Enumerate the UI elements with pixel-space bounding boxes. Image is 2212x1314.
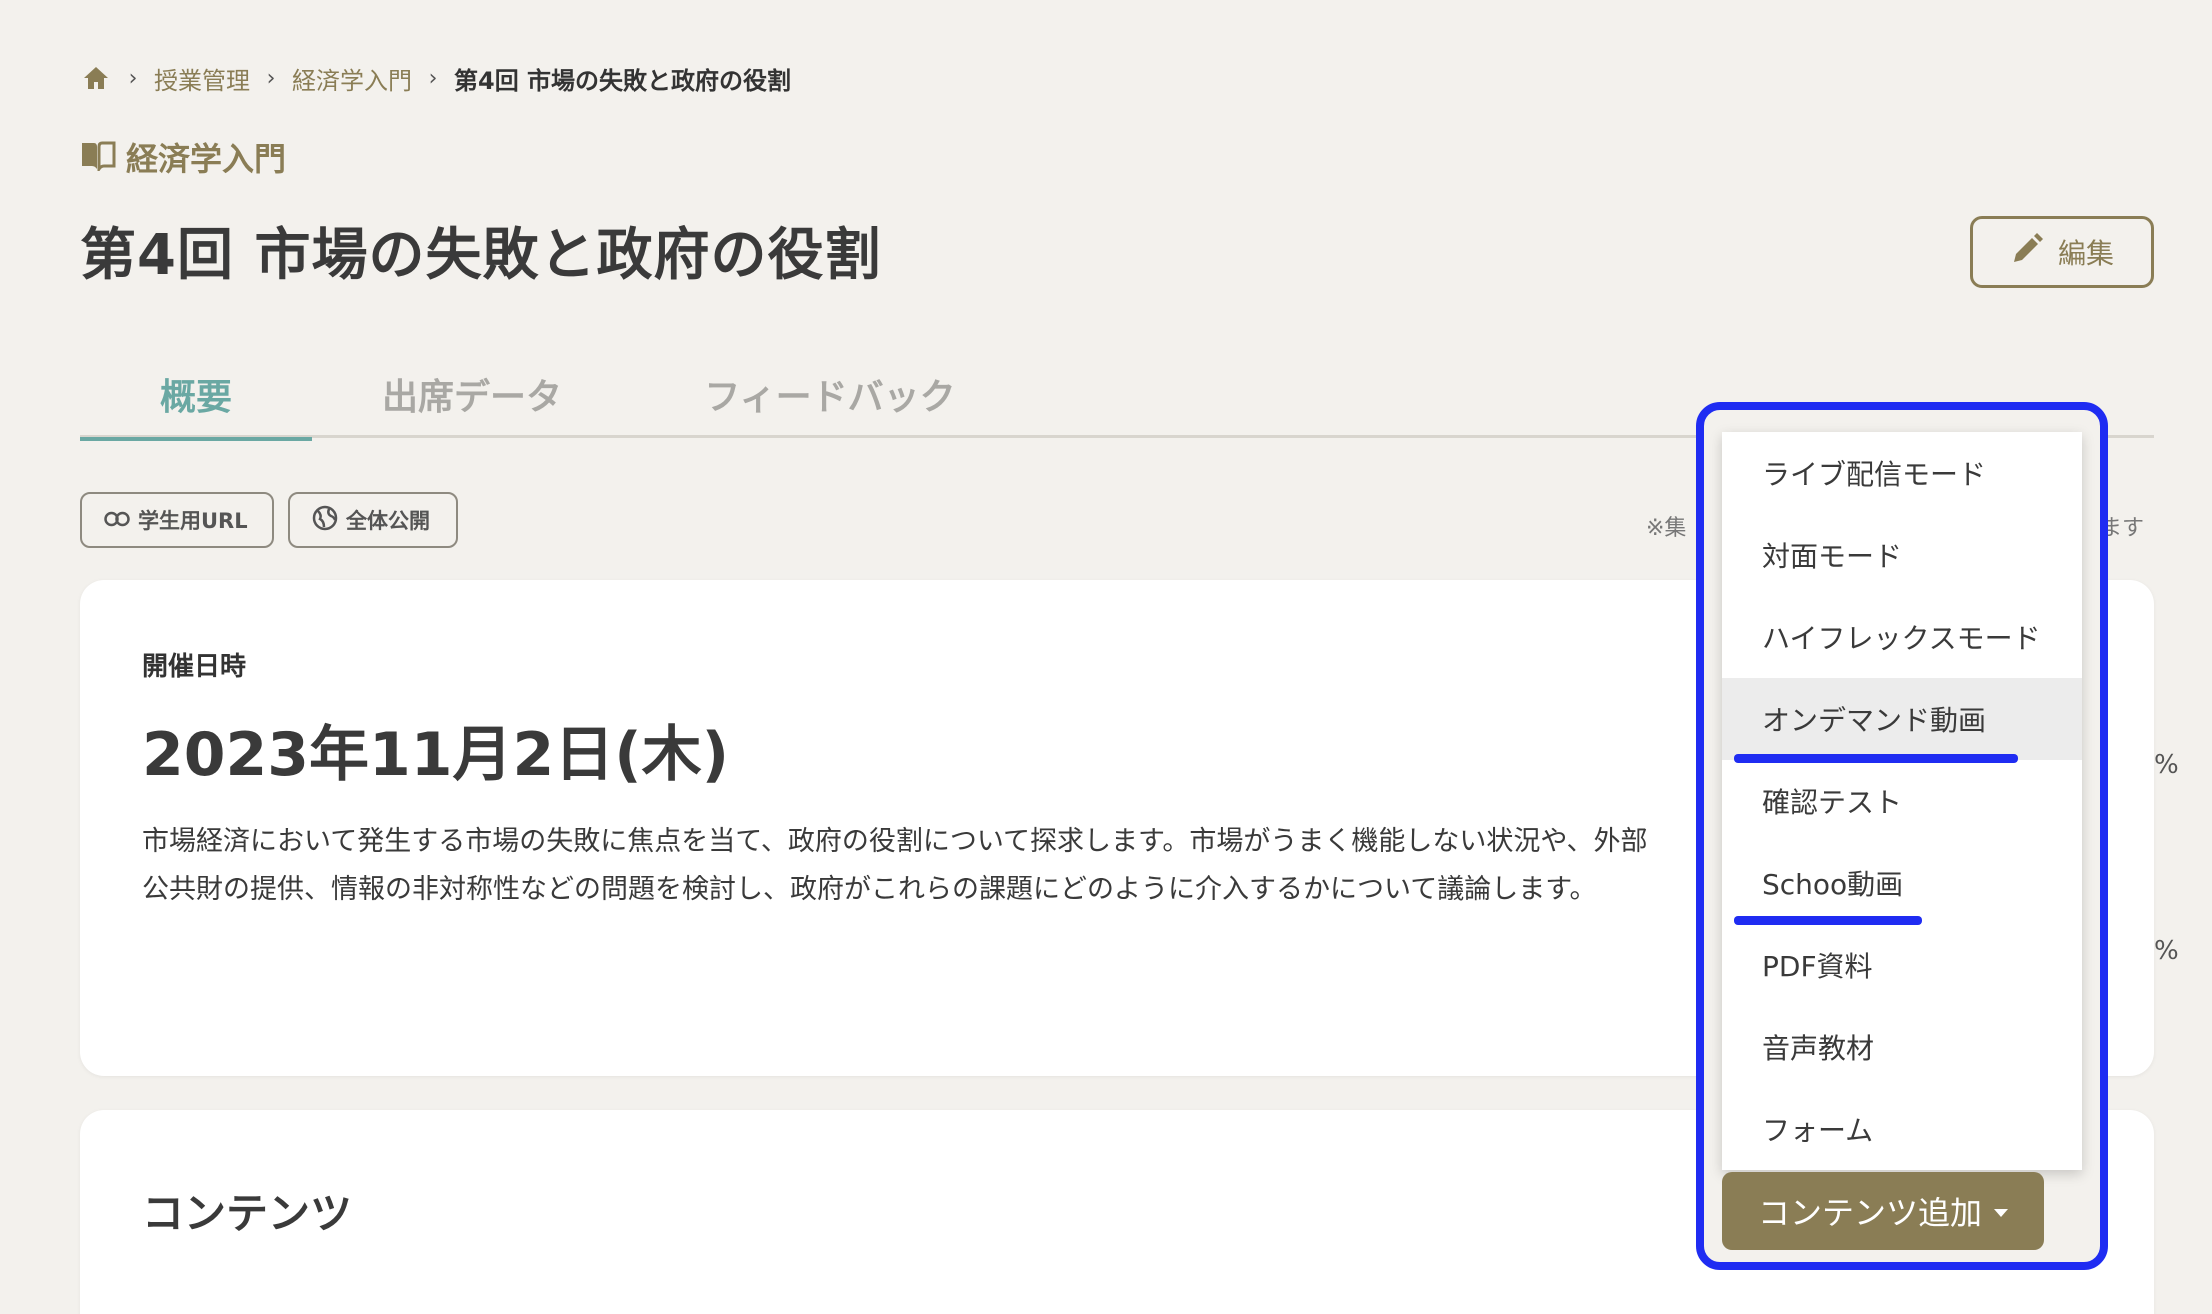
student-url-button[interactable]: 学生用URL <box>80 492 274 548</box>
edit-button[interactable]: 編集 <box>1970 216 2154 288</box>
menu-item-hyflex[interactable]: ハイフレックスモード <box>1722 596 2082 678</box>
annotation-underline <box>1734 754 2018 763</box>
add-content-label: コンテンツ追加 <box>1757 1194 1982 1232</box>
pencil-icon <box>2010 232 2044 273</box>
page: › 授業管理 › 経済学入門 › 第4回 市場の失敗と政府の役割 経済学入門 第… <box>0 0 2212 1314</box>
description-line: 市場経済において発生する市場の失敗に焦点を当て、政府の役割について探求します。市… <box>142 826 1648 857</box>
content-type-menu: ライブ配信モード 対面モード ハイフレックスモード オンデマンド動画 確認テスト… <box>1722 432 2082 1170</box>
chevron-right-icon: › <box>128 65 138 91</box>
student-url-label: 学生用URL <box>138 509 248 533</box>
menu-item-pdf[interactable]: PDF資料 <box>1722 924 2082 1006</box>
date-label: 開催日時 <box>142 652 247 682</box>
add-content-button[interactable]: コンテンツ追加 <box>1722 1172 2044 1250</box>
book-icon <box>80 139 116 175</box>
globe-icon <box>312 505 338 536</box>
menu-item-in-person[interactable]: 対面モード <box>1722 514 2082 596</box>
menu-item-form[interactable]: フォーム <box>1722 1088 2082 1170</box>
description-line: 公共財の提供、情報の非対称性などの問題を検討し、政府がこれらの課題にどのように介… <box>142 874 1597 905</box>
contents-title: コンテンツ <box>142 1189 353 1238</box>
tab-feedback[interactable]: フィードバック <box>680 350 980 438</box>
description: 市場経済において発生する市場の失敗に焦点を当て、政府の役割について探求します。市… <box>142 818 1802 914</box>
breadcrumb: › 授業管理 › 経済学入門 › 第4回 市場の失敗と政府の役割 <box>80 60 791 96</box>
course-name: 経済学入門 <box>126 140 287 178</box>
menu-item-on-demand-video[interactable]: オンデマンド動画 <box>1722 678 2082 760</box>
date-value: 2023年11月2日(木) <box>142 720 730 790</box>
percent-value: % <box>2154 936 2179 966</box>
caret-down-icon <box>1994 1209 2008 1217</box>
menu-item-quiz[interactable]: 確認テスト <box>1722 760 2082 842</box>
link-icon <box>104 508 130 532</box>
breadcrumb-item-course[interactable]: 経済学入門 <box>292 61 412 96</box>
annotation-underline <box>1734 916 1922 925</box>
page-title: 第4回 市場の失敗と政府の役割 <box>80 223 882 288</box>
chevron-right-icon: › <box>428 65 438 91</box>
chevron-right-icon: › <box>266 65 276 91</box>
tab-overview[interactable]: 概要 <box>80 350 312 441</box>
menu-item-schoo-video[interactable]: Schoo動画 <box>1722 842 2082 924</box>
menu-item-live-stream[interactable]: ライブ配信モード <box>1722 432 2082 514</box>
edit-button-label: 編集 <box>2057 237 2114 270</box>
public-visibility-button[interactable]: 全体公開 <box>288 492 458 548</box>
menu-item-audio[interactable]: 音声教材 <box>1722 1006 2082 1088</box>
percent-value: % <box>2154 750 2179 780</box>
breadcrumb-item-class-management[interactable]: 授業管理 <box>154 61 250 96</box>
home-icon[interactable] <box>80 62 112 94</box>
note-text: ※集 <box>1646 516 1687 541</box>
tab-attendance[interactable]: 出席データ <box>372 350 572 438</box>
course-label: 経済学入門 <box>80 134 286 180</box>
breadcrumb-current: 第4回 市場の失敗と政府の役割 <box>454 66 792 95</box>
public-visibility-label: 全体公開 <box>346 509 430 533</box>
